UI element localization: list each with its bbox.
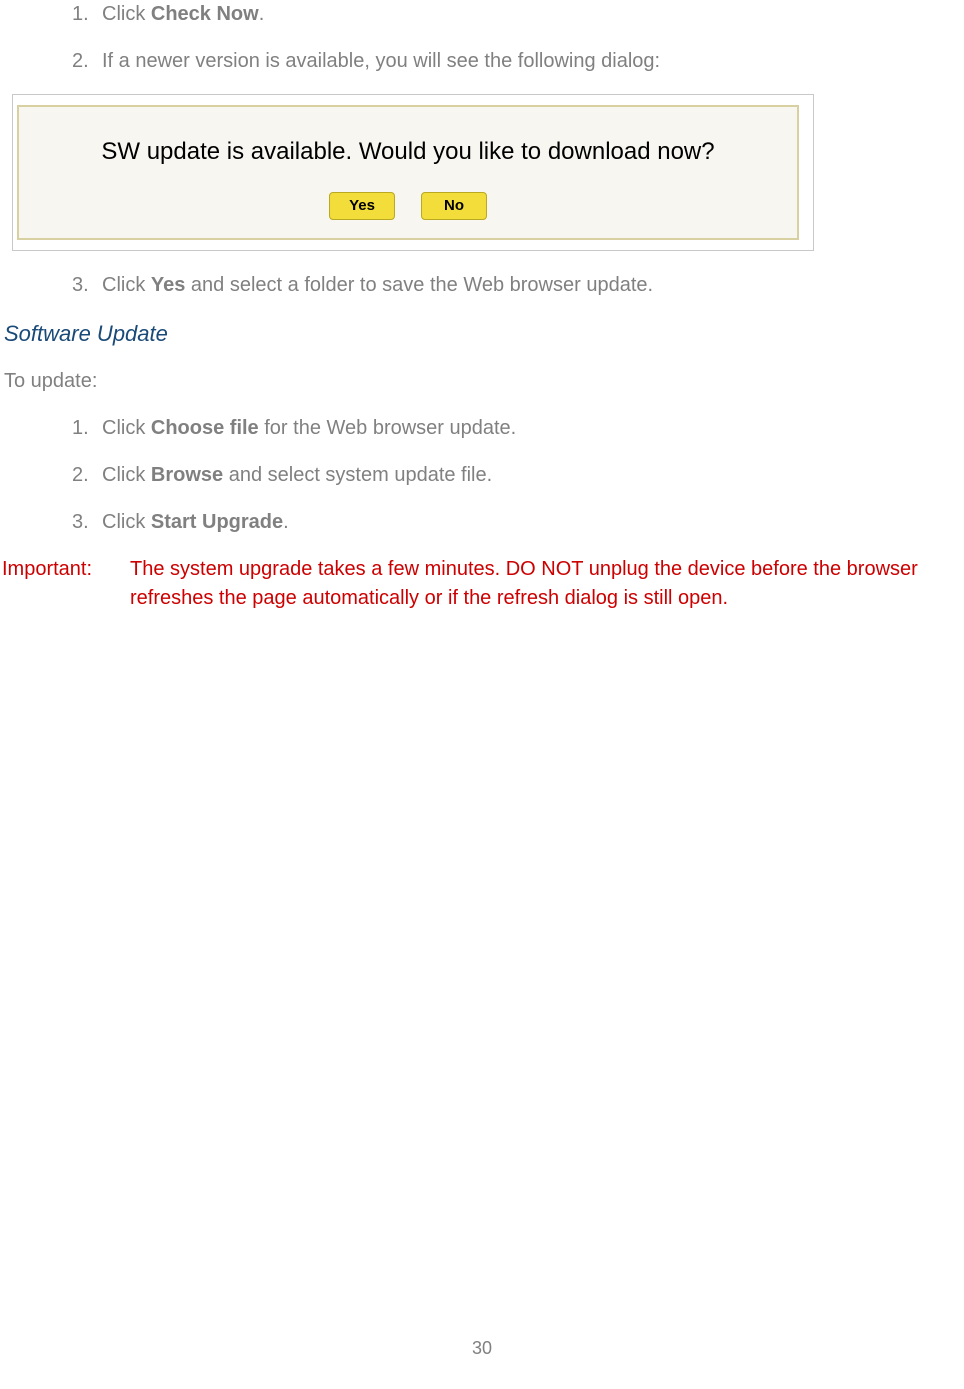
list-item: 2. Click Browse and select system update… <box>72 461 964 490</box>
dialog-message: SW update is available. Would you like t… <box>29 135 787 170</box>
dialog-inner: SW update is available. Would you like t… <box>17 105 799 240</box>
dialog-buttons: Yes No <box>29 192 787 220</box>
check-update-steps: 1. Click Check Now. 2. If a newer versio… <box>0 0 964 76</box>
text-bold: Start Upgrade <box>151 511 283 533</box>
text-bold: Yes <box>151 274 185 296</box>
important-body: The system upgrade takes a few minutes. … <box>130 555 964 613</box>
list-number: 2. <box>72 461 102 490</box>
page-content: 1. Click Check Now. 2. If a newer versio… <box>0 0 964 1389</box>
page-number: 30 <box>0 1335 964 1361</box>
text-post: and select a folder to save the Web brow… <box>185 274 653 296</box>
list-text: Click Start Upgrade. <box>102 508 964 537</box>
list-text: If a newer version is available, you wil… <box>102 47 964 76</box>
list-item: 1. Click Choose file for the Web browser… <box>72 414 964 443</box>
list-item: 2. If a newer version is available, you … <box>72 47 964 76</box>
text-bold: Choose file <box>151 417 259 439</box>
list-item: 3. Click Yes and select a folder to save… <box>72 271 964 300</box>
text-pre: Click <box>102 3 151 25</box>
text-pre: If a newer version is available, you wil… <box>102 50 660 72</box>
list-item: 3. Click Start Upgrade. <box>72 508 964 537</box>
sw-update-dialog: SW update is available. Would you like t… <box>12 94 814 251</box>
to-update-label: To update: <box>4 367 964 396</box>
text-bold: Browse <box>151 464 223 486</box>
software-update-heading: Software Update <box>4 318 964 350</box>
list-text: Click Check Now. <box>102 0 964 29</box>
list-text: Click Choose file for the Web browser up… <box>102 414 964 443</box>
text-pre: Click <box>102 274 151 296</box>
important-note: Important: The system upgrade takes a fe… <box>2 555 964 613</box>
yes-button[interactable]: Yes <box>329 192 395 220</box>
no-button[interactable]: No <box>421 192 487 220</box>
list-number: 2. <box>72 47 102 76</box>
list-number: 1. <box>72 0 102 29</box>
text-post: . <box>259 3 265 25</box>
list-number: 3. <box>72 271 102 300</box>
list-text: Click Yes and select a folder to save th… <box>102 271 964 300</box>
text-pre: Click <box>102 511 151 533</box>
list-text: Click Browse and select system update fi… <box>102 461 964 490</box>
text-pre: Click <box>102 417 151 439</box>
list-number: 1. <box>72 414 102 443</box>
text-post: and select system update file. <box>223 464 492 486</box>
text-post: for the Web browser update. <box>259 417 517 439</box>
list-number: 3. <box>72 508 102 537</box>
update-steps: 1. Click Choose file for the Web browser… <box>0 414 964 537</box>
important-label: Important: <box>2 555 130 613</box>
text-bold: Check Now <box>151 3 259 25</box>
text-post: . <box>283 511 289 533</box>
check-update-steps-cont: 3. Click Yes and select a folder to save… <box>0 271 964 300</box>
text-pre: Click <box>102 464 151 486</box>
list-item: 1. Click Check Now. <box>72 0 964 29</box>
